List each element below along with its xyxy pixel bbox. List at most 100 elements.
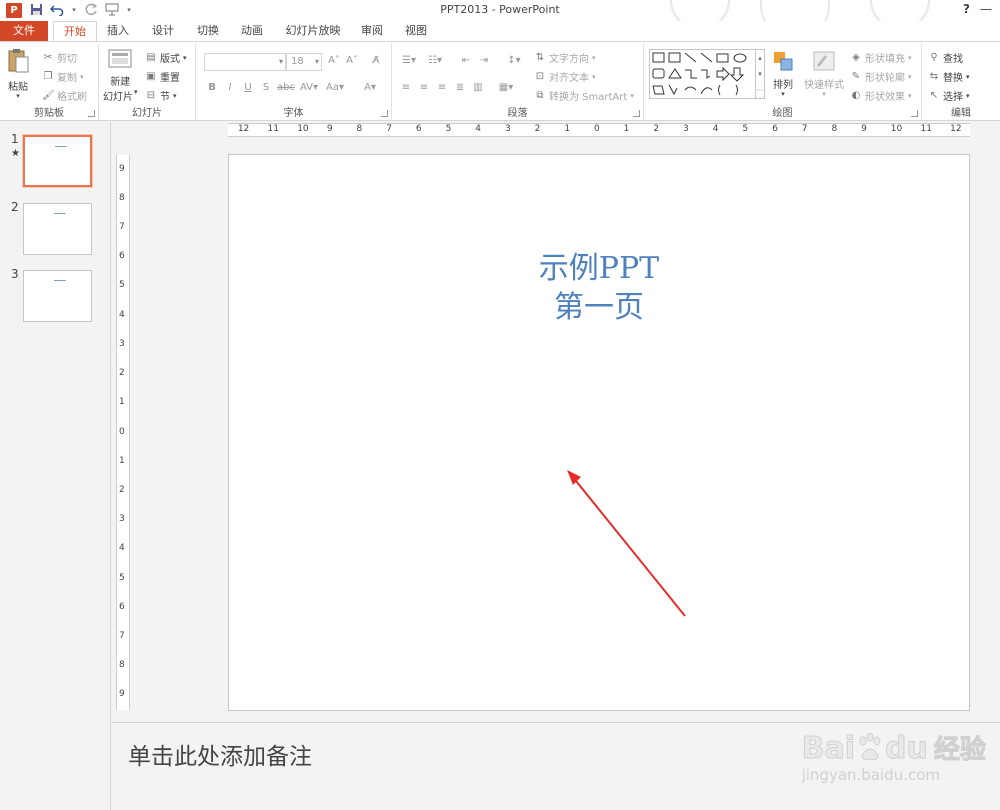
replace-label: 替换: [943, 73, 963, 84]
numbering-icon[interactable]: ☷▾: [424, 55, 446, 66]
shapes-gallery-scroll[interactable]: ▴ ▾ ⋯: [755, 49, 765, 99]
align-right-icon[interactable]: ≡: [434, 82, 450, 93]
ruler-tick-label: 6: [772, 124, 778, 134]
slide-thumbnail-3[interactable]: ▔▔▔: [23, 270, 92, 322]
tab-transitions[interactable]: 切换: [190, 21, 226, 41]
bold-icon[interactable]: B: [204, 82, 220, 93]
ruler-tick-label: 7: [119, 630, 125, 641]
arrange-button[interactable]: 排列 ▾: [772, 50, 794, 98]
text-direction-button[interactable]: ⇅ 文字方向 ▾: [534, 50, 596, 66]
format-painter-label: 格式刷: [57, 92, 87, 103]
slide-title-line-2[interactable]: 第一页: [229, 282, 969, 326]
paste-button[interactable]: 粘贴 ▾: [6, 48, 30, 100]
quick-styles-dropdown-icon: ▾: [822, 90, 826, 98]
ruler-tick-label: 10: [890, 124, 903, 134]
slide-title-line-1[interactable]: 示例PPT: [229, 243, 969, 287]
ruler-tick-label: 1: [119, 397, 125, 408]
shape-fill-button[interactable]: ◈ 形状填充 ▾: [850, 50, 911, 66]
tab-view[interactable]: 视图: [398, 21, 434, 41]
underline-icon[interactable]: U: [240, 82, 256, 93]
ruler-tick-label: 6: [119, 251, 125, 262]
cut-button[interactable]: ✂ 剪切: [42, 50, 77, 66]
font-name-combo[interactable]: ▾: [204, 53, 286, 71]
decrease-indent-icon[interactable]: ⇤: [458, 55, 474, 66]
align-center-icon[interactable]: ≡: [416, 82, 432, 93]
bullets-icon[interactable]: ☰▾: [398, 55, 420, 66]
font-launcher-icon[interactable]: [381, 110, 388, 117]
ruler-tick-label: 0: [594, 124, 600, 134]
editing-group: ⚲ 查找 ⇆ 替换 ▾ ↖ 选择 ▾ 编辑: [922, 44, 1000, 120]
jingyan-text: 经验: [933, 735, 986, 766]
clipboard-launcher-icon[interactable]: [88, 110, 95, 117]
tab-review[interactable]: 审阅: [354, 21, 390, 41]
line-spacing-icon[interactable]: ↕▾: [504, 55, 524, 66]
decrease-font-icon[interactable]: A˅: [344, 55, 360, 66]
ruler-tick-label: 12: [237, 124, 250, 134]
align-left-icon[interactable]: ≡: [398, 82, 414, 93]
shapes-gallery[interactable]: [649, 49, 763, 99]
layout-label: 版式: [160, 54, 180, 65]
format-painter-button[interactable]: 🖌 格式刷: [42, 88, 87, 104]
minimize-button[interactable]: —: [980, 2, 992, 16]
reset-button[interactable]: ▣ 重置: [145, 69, 180, 85]
find-button[interactable]: ⚲ 查找: [928, 50, 963, 66]
format-painter-icon: 🖌: [42, 89, 55, 101]
reset-icon: ▣: [146, 70, 156, 82]
shape-effects-dropdown-icon: ▾: [908, 91, 912, 100]
ruler-tick-label: 8: [831, 124, 838, 134]
font-size-value: 18: [291, 56, 304, 67]
char-spacing-icon[interactable]: AV▾: [298, 82, 320, 93]
shape-outline-button[interactable]: ✎ 形状轮廓 ▾: [850, 69, 912, 85]
change-case-icon[interactable]: Aa▾: [324, 82, 346, 93]
distributed-icon[interactable]: ▥: [470, 82, 486, 93]
new-slide-icon: [107, 48, 133, 73]
paste-dropdown-icon: ▾: [16, 92, 20, 100]
slide-canvas[interactable]: 示例PPT 第一页: [228, 154, 970, 711]
paragraph-launcher-icon[interactable]: [633, 110, 640, 117]
tab-design[interactable]: 设计: [145, 21, 181, 41]
tab-insert[interactable]: 插入: [100, 21, 136, 41]
arrange-label: 排列: [773, 80, 793, 91]
slide-thumbnail-1[interactable]: ▔▔▔: [23, 135, 92, 187]
ruler-tick-label: 2: [653, 124, 660, 134]
tab-file[interactable]: 文件: [0, 21, 48, 41]
help-button[interactable]: ?: [963, 2, 970, 16]
italic-icon[interactable]: I: [222, 82, 238, 93]
justify-icon[interactable]: ≣: [452, 82, 468, 93]
copy-button[interactable]: ❐ 复制 ▾: [42, 69, 84, 85]
title-bar: P ▾ ▾ PPT2013 - PowerPoint ? —: [0, 0, 1000, 40]
align-text-button[interactable]: ⊡ 对齐文本 ▾: [534, 69, 596, 85]
ribbon-tabs: 文件 开始 插入 设计 切换 动画 幻灯片放映 审阅 视图: [0, 21, 1000, 42]
tab-home[interactable]: 开始: [53, 21, 97, 42]
ruler-tick-label: 4: [475, 124, 481, 134]
shadow-icon[interactable]: S: [258, 82, 274, 93]
increase-indent-icon[interactable]: ⇥: [476, 55, 492, 66]
font-color-icon[interactable]: A▾: [360, 82, 380, 93]
clear-formatting-icon[interactable]: A̸: [368, 55, 384, 66]
cursor-icon: ↖: [929, 89, 939, 101]
convert-smartart-button[interactable]: ⧉ 转换为 SmartArt ▾: [534, 88, 634, 104]
replace-icon: ⇆: [929, 70, 939, 82]
quick-styles-button[interactable]: 快速样式 ▾: [804, 50, 844, 98]
ruler-tick-label: 2: [119, 368, 125, 379]
drawing-launcher-icon[interactable]: [911, 110, 918, 117]
font-size-combo[interactable]: 18 ▾: [286, 53, 322, 71]
strikethrough-icon[interactable]: abc: [276, 82, 296, 93]
clipboard-group-label: 剪贴板: [34, 108, 64, 119]
layout-button[interactable]: ▤ 版式 ▾: [145, 50, 186, 66]
notes-placeholder[interactable]: 单击此处添加备注: [128, 737, 312, 771]
ruler-tick-label: 1: [623, 124, 630, 134]
tab-slideshow[interactable]: 幻灯片放映: [280, 21, 346, 41]
smartart-dropdown-icon: ▾: [630, 91, 634, 100]
shape-effects-button[interactable]: ◐ 形状效果 ▾: [850, 88, 912, 104]
new-slide-button[interactable]: 新建 幻灯片 ▾: [103, 48, 138, 103]
replace-button[interactable]: ⇆ 替换 ▾: [928, 69, 970, 85]
select-button[interactable]: ↖ 选择 ▾: [928, 88, 970, 104]
section-button[interactable]: ⊟ 节 ▾: [145, 88, 177, 104]
columns-icon[interactable]: ▦▾: [496, 82, 516, 93]
section-icon: ⊟: [146, 89, 156, 101]
tab-animations[interactable]: 动画: [234, 21, 270, 41]
slide-thumbnail-2[interactable]: ▔▔▔: [23, 203, 92, 255]
increase-font-icon[interactable]: A˄: [326, 55, 342, 66]
binoculars-icon: ⚲: [930, 51, 938, 63]
